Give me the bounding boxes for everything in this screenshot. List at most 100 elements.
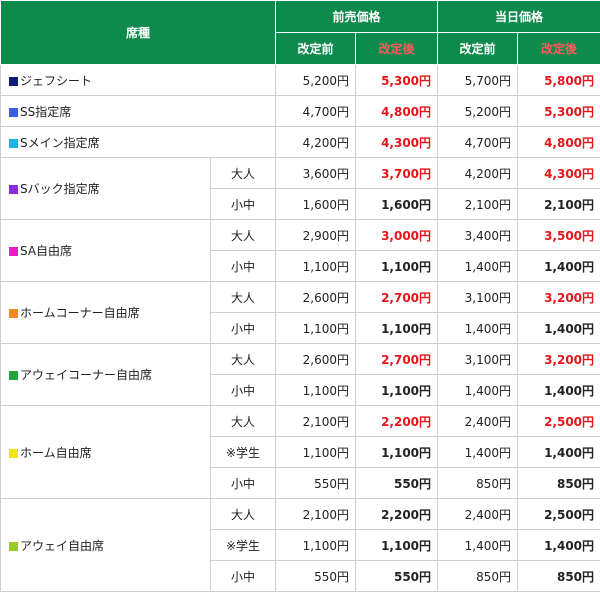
- advance-after-price: 3,000円: [355, 219, 439, 251]
- advance-before-price: 550円: [275, 467, 357, 499]
- same-day-price-header: 当日価格: [437, 0, 600, 33]
- advance-before-price: 3,600円: [275, 157, 357, 189]
- advance-before-price: 1,600円: [275, 188, 357, 220]
- seat-cell: SS指定席: [0, 95, 277, 127]
- same-day-after-price: 3,200円: [517, 281, 600, 313]
- age-category: ※学生: [209, 436, 277, 468]
- advance-before-header: 改定前: [275, 32, 357, 65]
- advance-before-price: 1,100円: [275, 312, 357, 344]
- advance-before-price: 1,100円: [275, 250, 357, 282]
- seat-color-swatch: [9, 448, 18, 458]
- age-category: ※学生: [209, 529, 277, 561]
- same-day-after-price: 850円: [517, 560, 600, 592]
- age-category: 小中: [209, 250, 277, 282]
- same-day-after-price: 3,200円: [517, 343, 600, 375]
- same-day-before-price: 2,400円: [437, 405, 519, 437]
- same-day-after-header: 改定後: [517, 32, 600, 65]
- advance-after-price: 4,300円: [355, 126, 439, 158]
- same-day-before-price: 2,400円: [437, 498, 519, 530]
- seat-color-swatch: [9, 541, 18, 551]
- same-day-after-price: 850円: [517, 467, 600, 499]
- advance-after-price: 5,300円: [355, 64, 439, 96]
- advance-before-price: 5,200円: [275, 64, 357, 96]
- table-row: ホーム自由席 大人 2,100円 2,200円 2,400円 2,500円: [0, 405, 600, 499]
- same-day-after-price: 1,400円: [517, 312, 600, 344]
- advance-before-price: 2,600円: [275, 343, 357, 375]
- same-day-before-price: 5,700円: [437, 64, 519, 96]
- age-category: 大人: [209, 157, 277, 189]
- table-row: ジェフシート 5,200円 5,300円 5,700円 5,800円: [0, 64, 600, 96]
- table-row: SS指定席 4,700円 4,800円 5,200円 5,300円: [0, 95, 600, 127]
- seat-color-swatch: [9, 371, 18, 380]
- seat-label: ホーム自由席: [20, 445, 92, 460]
- advance-after-price: 1,100円: [355, 374, 439, 406]
- advance-after-price: 2,200円: [355, 498, 439, 530]
- age-category: 小中: [209, 188, 277, 220]
- advance-before-price: 4,700円: [275, 95, 357, 127]
- advance-after-price: 550円: [355, 467, 439, 499]
- advance-after-price: 2,700円: [355, 281, 439, 313]
- advance-after-price: 2,200円: [355, 405, 439, 437]
- age-category: 小中: [209, 467, 277, 499]
- seat-label: アウェイコーナー自由席: [20, 368, 153, 382]
- age-category: 大人: [209, 281, 277, 313]
- advance-after-price: 1,100円: [355, 436, 439, 468]
- same-day-before-price: 4,200円: [437, 157, 519, 189]
- seat-color-swatch: [9, 185, 18, 194]
- seat-color-swatch: [9, 76, 18, 86]
- seat-type-header: 席種: [0, 0, 277, 65]
- seat-color-swatch: [9, 138, 18, 148]
- seat-cell: SA自由席: [0, 219, 211, 282]
- seat-label: SA自由席: [20, 244, 73, 258]
- age-category: 大人: [209, 343, 277, 375]
- advance-after-price: 550円: [355, 560, 439, 592]
- advance-before-price: 2,100円: [275, 498, 357, 530]
- advance-after-price: 1,600円: [355, 188, 439, 220]
- advance-before-price: 550円: [275, 560, 357, 592]
- seat-label: ジェフシート: [20, 73, 93, 88]
- table-row: ホームコーナー自由席 大人 2,600円 2,700円 3,100円 3,200…: [0, 281, 600, 344]
- same-day-after-price: 3,500円: [517, 219, 600, 251]
- table-row: SA自由席 大人 2,900円 3,000円 3,400円 3,500円: [0, 219, 600, 282]
- seat-cell: アウェイ自由席: [0, 498, 211, 592]
- seat-color-swatch: [9, 247, 18, 256]
- advance-after-price: 1,100円: [355, 250, 439, 282]
- same-day-before-price: 1,400円: [437, 250, 519, 282]
- advance-before-price: 2,900円: [275, 219, 357, 251]
- same-day-after-price: 5,800円: [517, 64, 600, 96]
- same-day-before-price: 3,100円: [437, 343, 519, 375]
- seat-cell: Sバック指定席: [0, 157, 211, 220]
- same-day-before-price: 1,400円: [437, 529, 519, 561]
- advance-after-price: 3,700円: [355, 157, 439, 189]
- age-category: 大人: [209, 219, 277, 251]
- same-day-after-price: 1,400円: [517, 436, 600, 468]
- advance-before-price: 2,100円: [275, 405, 357, 437]
- same-day-before-price: 1,400円: [437, 312, 519, 344]
- same-day-before-price: 1,400円: [437, 436, 519, 468]
- same-day-before-price: 5,200円: [437, 95, 519, 127]
- age-category: 大人: [209, 498, 277, 530]
- advance-before-price: 4,200円: [275, 126, 357, 158]
- table-row: Sバック指定席 大人 3,600円 3,700円 4,200円 4,300円: [0, 157, 600, 220]
- same-day-after-price: 1,400円: [517, 250, 600, 282]
- seat-label: Sバック指定席: [20, 182, 100, 196]
- seat-label: ホームコーナー自由席: [20, 306, 140, 320]
- same-day-before-header: 改定前: [437, 32, 519, 65]
- seat-cell: ホーム自由席: [0, 405, 211, 499]
- same-day-before-price: 4,700円: [437, 126, 519, 158]
- advance-before-price: 2,600円: [275, 281, 357, 313]
- seat-label: SS指定席: [20, 104, 72, 119]
- same-day-after-price: 1,400円: [517, 374, 600, 406]
- advance-before-price: 1,100円: [275, 436, 357, 468]
- seat-color-swatch: [9, 107, 18, 117]
- advance-after-header: 改定後: [355, 32, 439, 65]
- advance-after-price: 2,700円: [355, 343, 439, 375]
- same-day-before-price: 3,400円: [437, 219, 519, 251]
- seat-label: アウェイ自由席: [20, 538, 105, 553]
- advance-after-price: 4,800円: [355, 95, 439, 127]
- price-table: 席種 前売価格 当日価格 改定前 改定後 改定前 改定後 ジェフシート 5,20…: [0, 0, 600, 592]
- same-day-after-price: 4,800円: [517, 126, 600, 158]
- seat-cell: Sメイン指定席: [0, 126, 277, 158]
- seat-label: Sメイン指定席: [20, 135, 100, 150]
- seat-cell: ホームコーナー自由席: [0, 281, 211, 344]
